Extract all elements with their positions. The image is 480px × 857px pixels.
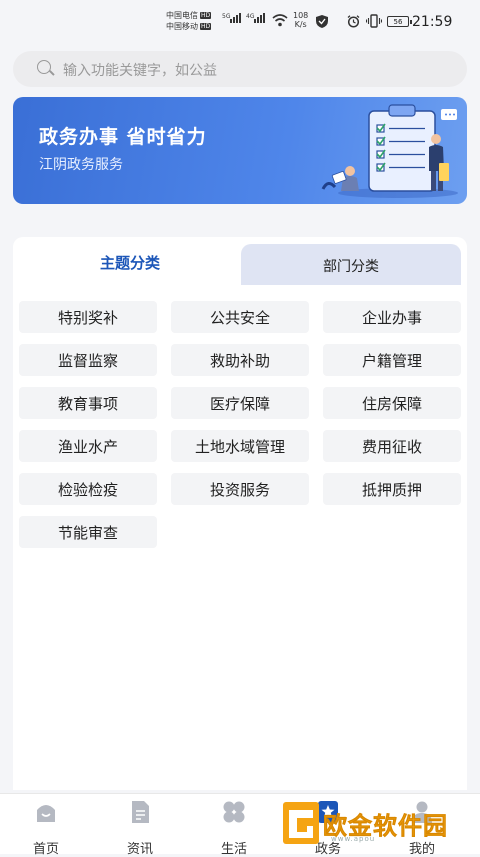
category-item[interactable]: 渔业水产 <box>19 430 157 462</box>
category-item[interactable]: 抵押质押 <box>323 473 461 505</box>
category-item[interactable]: 教育事项 <box>19 387 157 419</box>
nav-label: 生活 <box>220 842 247 857</box>
category-item[interactable]: 监督监察 <box>19 344 157 376</box>
nav-life[interactable]: 生活 <box>204 800 264 857</box>
category-item[interactable]: 土地水域管理 <box>171 430 309 462</box>
search-input[interactable]: 输入功能关键字，如公益 <box>63 60 217 80</box>
category-item[interactable]: 公共安全 <box>171 301 309 333</box>
search-icon <box>37 60 51 74</box>
category-tabs: 部门分类 主题分类 <box>19 237 461 285</box>
nav-label: 首页 <box>32 842 59 857</box>
clipboard-illustration-icon <box>321 104 458 198</box>
alarm-icon <box>347 15 360 28</box>
category-item[interactable]: 住房保障 <box>323 387 461 419</box>
vibrate-icon <box>366 14 382 28</box>
category-item[interactable]: 节能审查 <box>19 516 157 548</box>
network-speed: 108 K/s <box>293 11 309 29</box>
watermark-emblem <box>283 802 319 844</box>
category-item[interactable]: 检验检疫 <box>19 473 157 505</box>
nav-label: 资讯 <box>126 842 153 857</box>
hd-badge: HD <box>200 23 212 30</box>
tab-topic[interactable]: 主题分类 <box>19 237 241 285</box>
tab-label: 部门分类 <box>323 259 379 275</box>
home-icon <box>37 805 55 822</box>
category-item[interactable]: 费用征收 <box>323 430 461 462</box>
category-item[interactable]: 特别奖补 <box>19 301 157 333</box>
hd-badge: HD <box>200 12 212 19</box>
category-item[interactable]: 户籍管理 <box>323 344 461 376</box>
clock: 21:59 <box>412 14 453 30</box>
banner-subtitle: 江阴政务服务 <box>39 157 123 173</box>
news-icon <box>132 801 149 823</box>
shield-icon <box>316 15 328 28</box>
wifi-icon <box>272 14 288 27</box>
nav-news[interactable]: 资讯 <box>110 800 170 857</box>
search-bar[interactable]: 输入功能关键字，如公益 <box>13 51 467 87</box>
carrier-1: 中国电信 <box>166 11 198 20</box>
category-grid: 特别奖补 公共安全 企业办事 监督监察 救助补助 户籍管理 教育事项 医疗保障 … <box>19 301 461 548</box>
banner-title: 政务办事 省时省力 <box>39 126 207 148</box>
category-card: 部门分类 主题分类 特别奖补 公共安全 企业办事 监督监察 救助补助 户籍管理 … <box>13 237 467 790</box>
signal-icon <box>230 13 241 23</box>
category-item[interactable]: 医疗保障 <box>171 387 309 419</box>
battery-indicator: 56 <box>387 16 412 27</box>
nav-home[interactable]: 首页 <box>16 800 76 857</box>
category-item[interactable]: 企业办事 <box>323 301 461 333</box>
carrier-info: 中国电信 HD 中国移动 HD <box>166 10 212 32</box>
category-item[interactable]: 投资服务 <box>171 473 309 505</box>
banner[interactable]: 政务办事 省时省力 江阴政务服务 <box>13 97 467 204</box>
carrier-2: 中国移动 <box>166 22 198 31</box>
status-bar: 中国电信 HD 中国移动 HD 5G 4G 108 K/s 56 21:59 <box>0 0 480 40</box>
life-icon <box>223 801 245 823</box>
signal-icon <box>254 13 265 23</box>
category-item[interactable]: 救助补助 <box>171 344 309 376</box>
tab-label: 主题分类 <box>99 254 160 272</box>
watermark-url: www.apou <box>331 835 376 843</box>
watermark-logo: 欧金软件园 www.apou <box>283 802 475 848</box>
tab-department[interactable]: 部门分类 <box>241 244 461 285</box>
